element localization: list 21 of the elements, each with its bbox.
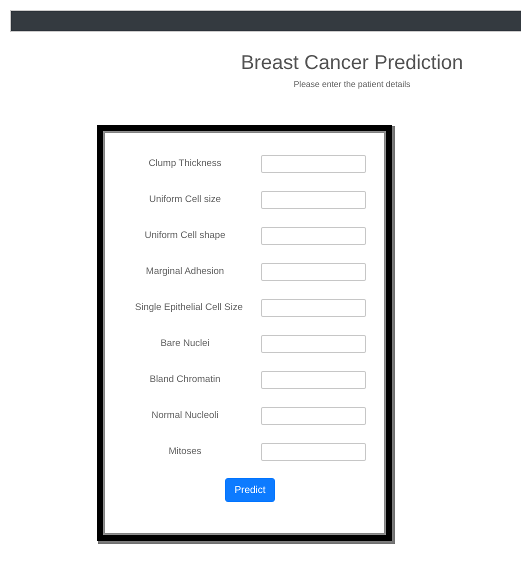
field-label: Uniform Cell shape xyxy=(144,229,226,243)
page-title: Breast Cancer Prediction xyxy=(240,51,464,75)
field-label: Normal Nucleoli xyxy=(150,409,220,423)
field-label: Bland Chromatin xyxy=(148,373,222,387)
field-label: Clump Thickness xyxy=(148,157,222,171)
input-field[interactable] xyxy=(261,227,366,245)
predict-button[interactable]: Predict xyxy=(225,478,275,502)
input-field[interactable] xyxy=(261,407,366,425)
input-field[interactable] xyxy=(261,335,366,353)
input-field[interactable] xyxy=(261,155,366,173)
input-field[interactable] xyxy=(261,371,366,389)
input-field[interactable] xyxy=(261,191,366,209)
input-field[interactable] xyxy=(261,443,366,461)
field-label: Mitoses xyxy=(168,445,202,459)
page-subtitle: Please enter the patient details xyxy=(292,79,412,89)
field-label: Marginal Adhesion xyxy=(144,265,226,279)
input-field[interactable] xyxy=(261,263,366,281)
field-label: Bare Nuclei xyxy=(159,337,211,351)
input-field[interactable] xyxy=(261,299,366,317)
field-label: Single Epithelial Cell Size xyxy=(134,301,244,315)
field-label: Uniform Cell size xyxy=(148,193,222,207)
